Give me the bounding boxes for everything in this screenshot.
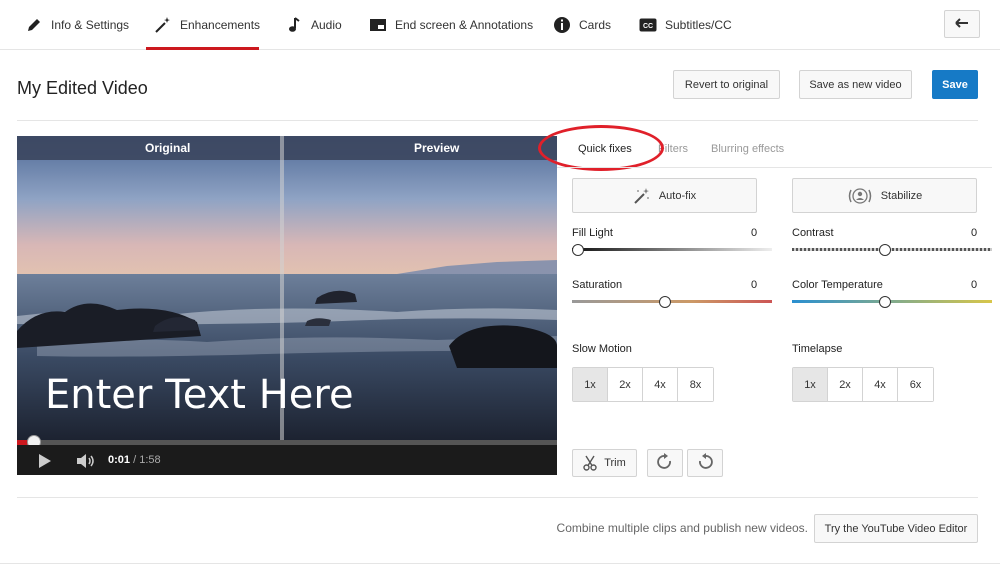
slow-motion-label: Slow Motion: [572, 343, 632, 355]
tab-subtitles[interactable]: CC Subtitles/CC: [639, 0, 732, 50]
stabilize-icon: [847, 187, 873, 205]
trim-button[interactable]: Trim: [572, 449, 637, 477]
timelapse-option[interactable]: 6x: [898, 368, 933, 401]
stabilize-button[interactable]: Stabilize: [792, 178, 977, 213]
fill-light-slider[interactable]: [572, 248, 772, 251]
comparison-header: Original Preview: [17, 136, 557, 160]
time-separator: /: [133, 454, 137, 466]
tab-audio[interactable]: Audio: [285, 0, 342, 50]
overlay-text[interactable]: Enter Text Here: [45, 372, 354, 418]
back-button[interactable]: [944, 10, 980, 38]
timelapse-options: 1x 2x 4x 6x: [792, 367, 934, 402]
rotate-right-icon: [656, 452, 674, 474]
info-circle-icon: [553, 16, 571, 34]
timelapse-label: Timelapse: [792, 343, 843, 355]
color-temperature-handle[interactable]: [879, 296, 891, 308]
bottom-border: [0, 563, 1000, 564]
contrast-value: 0: [971, 227, 978, 239]
volume-icon[interactable]: [76, 453, 96, 472]
original-label: Original: [145, 141, 191, 155]
tab-label: End screen & Annotations: [395, 18, 534, 32]
slow-motion-options: 1x 2x 4x 8x: [572, 367, 714, 402]
pencil-icon: [25, 16, 43, 34]
page-title: My Edited Video: [17, 78, 148, 98]
auto-fix-button[interactable]: Auto-fix: [572, 178, 757, 213]
back-arrow-icon: [955, 17, 969, 31]
video-player[interactable]: Original Preview Enter Text Here 0:01 / …: [17, 136, 557, 475]
duration: 1:58: [139, 454, 161, 466]
color-temperature-label: Color Temperature: [792, 279, 883, 291]
rotate-left-button[interactable]: [687, 449, 723, 477]
cc-icon: CC: [639, 16, 657, 34]
contrast-handle[interactable]: [879, 244, 891, 256]
rotate-right-button[interactable]: [647, 449, 683, 477]
fill-light-value: 0: [751, 227, 758, 239]
tab-blurring-effects[interactable]: Blurring effects: [711, 143, 784, 155]
footer-text: Combine multiple clips and publish new v…: [556, 521, 808, 535]
slow-motion-option[interactable]: 1x: [573, 368, 608, 401]
slow-motion-option[interactable]: 2x: [608, 368, 643, 401]
end-screen-icon: [369, 16, 387, 34]
tab-end-screen[interactable]: End screen & Annotations: [369, 0, 533, 50]
player-controls: 0:01 / 1:58: [17, 445, 557, 475]
stabilize-label: Stabilize: [880, 189, 923, 202]
try-video-editor-button[interactable]: Try the YouTube Video Editor: [814, 514, 978, 543]
trim-label: Trim: [604, 457, 626, 469]
tab-info-settings[interactable]: Info & Settings: [25, 0, 129, 50]
timelapse-option[interactable]: 4x: [863, 368, 898, 401]
saturation-value: 0: [751, 279, 758, 291]
fill-light-handle[interactable]: [572, 244, 584, 256]
save-button[interactable]: Save: [932, 70, 978, 99]
divider: [17, 120, 978, 121]
saturation-slider[interactable]: [572, 300, 772, 303]
magic-wand-icon: [633, 187, 651, 205]
slow-motion-option[interactable]: 8x: [678, 368, 713, 401]
top-nav: Info & Settings Enhancements Audio End s…: [0, 0, 1000, 50]
magic-wand-icon: [154, 16, 172, 34]
color-temperature-slider[interactable]: [792, 300, 992, 303]
saturation-label: Saturation: [572, 279, 623, 291]
contrast-label: Contrast: [792, 227, 834, 239]
save-as-new-button[interactable]: Save as new video: [799, 70, 912, 99]
tab-enhancements[interactable]: Enhancements: [146, 0, 261, 50]
tab-label: Enhancements: [180, 18, 261, 32]
timelapse-option[interactable]: 1x: [793, 368, 828, 401]
subtab-divider: [557, 167, 992, 168]
timelapse-option[interactable]: 2x: [828, 368, 863, 401]
tab-label: Info & Settings: [51, 18, 130, 32]
tab-label: Cards: [579, 18, 612, 32]
svg-text:CC: CC: [643, 23, 653, 30]
tab-label: Audio: [311, 18, 342, 32]
tab-cards[interactable]: Cards: [553, 0, 611, 50]
revert-button[interactable]: Revert to original: [673, 70, 780, 99]
current-time: 0:01: [108, 454, 131, 466]
music-note-icon: [285, 16, 303, 34]
auto-fix-label: Auto-fix: [658, 189, 697, 202]
rotate-left-icon: [696, 452, 714, 474]
annotation-circle: [538, 125, 664, 171]
color-temperature-value: 0: [971, 279, 978, 291]
preview-label: Preview: [414, 141, 460, 155]
saturation-handle[interactable]: [659, 296, 671, 308]
scissors-icon: [583, 455, 597, 471]
contrast-slider[interactable]: [792, 248, 992, 251]
time-display: 0:01 / 1:58: [108, 454, 161, 466]
slow-motion-option[interactable]: 4x: [643, 368, 678, 401]
play-icon[interactable]: [38, 453, 52, 472]
footer-divider: [17, 497, 978, 498]
fill-light-label: Fill Light: [572, 227, 613, 239]
tab-label: Subtitles/CC: [665, 18, 732, 32]
